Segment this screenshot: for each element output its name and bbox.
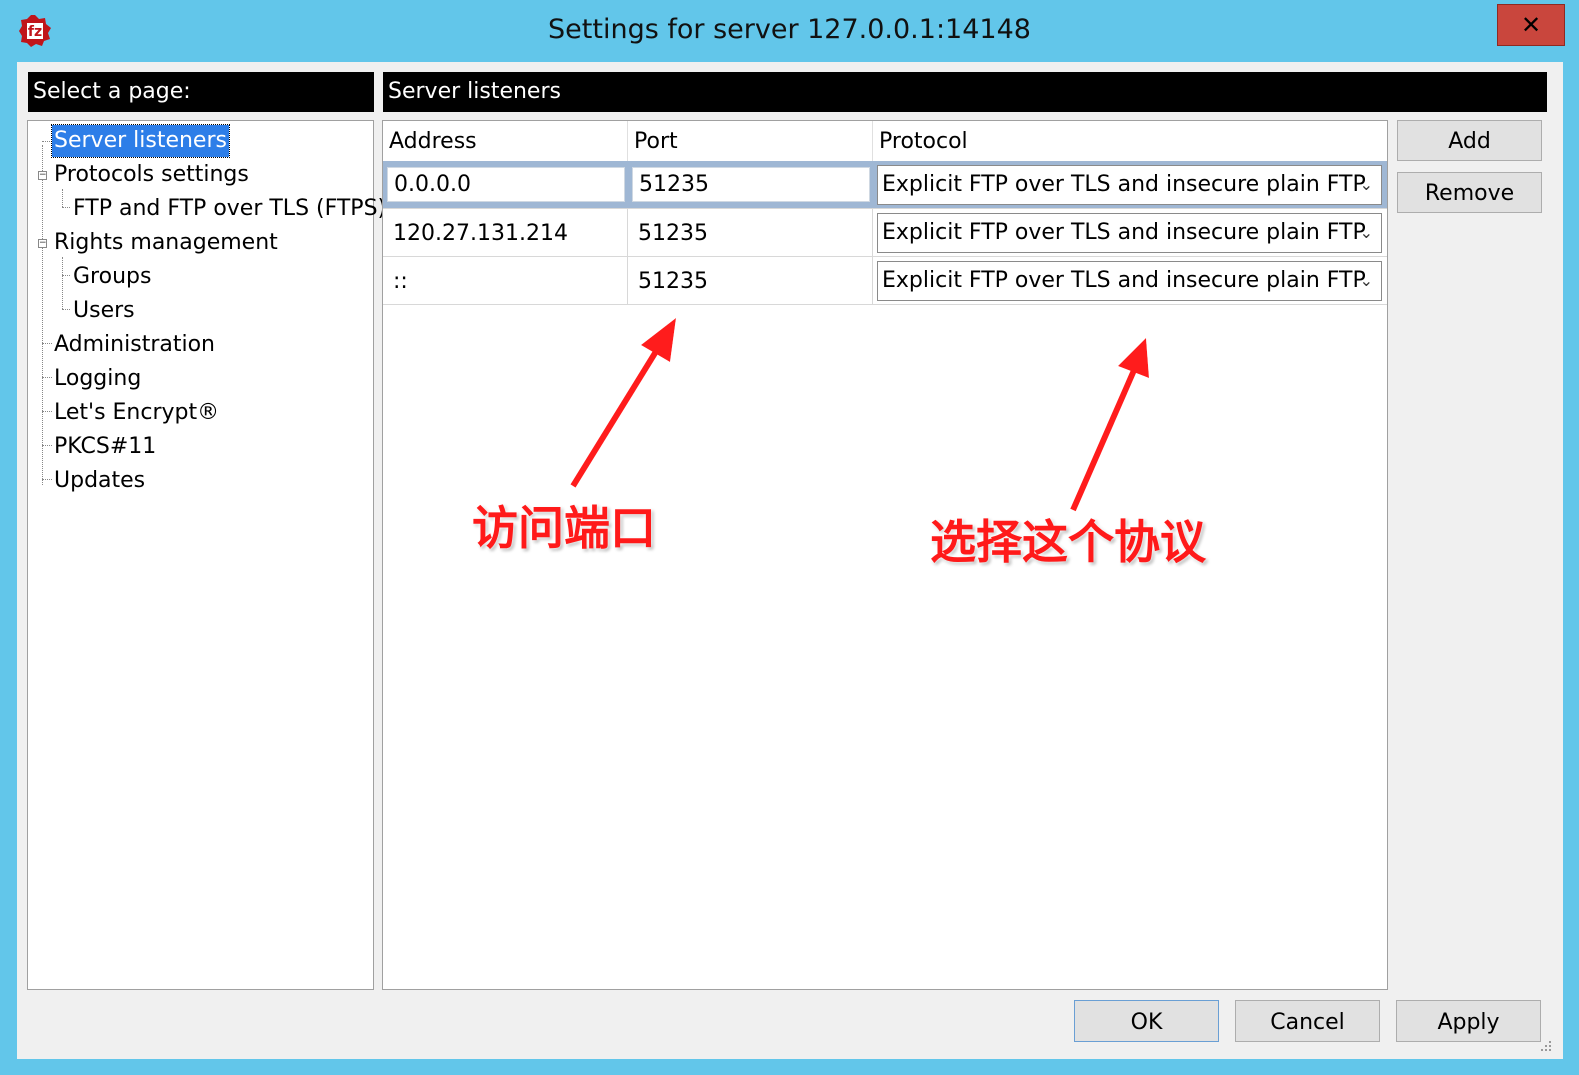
tree-item-pkcs11[interactable]: PKCS#11: [52, 431, 158, 463]
port-cell[interactable]: 51235: [628, 209, 873, 256]
add-button[interactable]: Add: [1397, 120, 1542, 161]
address-cell[interactable]: ::: [383, 257, 628, 304]
select-page-header: Select a page:: [28, 72, 374, 112]
tree-item-ftp-ftps[interactable]: FTP and FTP over TLS (FTPS): [71, 193, 388, 225]
chevron-down-icon: ⌄: [1359, 175, 1373, 194]
tree-connector: [62, 309, 70, 310]
tree-item-protocols-settings[interactable]: Protocols settings: [52, 159, 251, 191]
cancel-button[interactable]: Cancel: [1235, 1000, 1380, 1042]
protocol-select-value: Explicit FTP over TLS and insecure plain…: [882, 172, 1366, 197]
tree-connector: [42, 445, 52, 446]
tree-connector: [42, 411, 52, 412]
address-cell[interactable]: 120.27.131.214: [383, 209, 628, 256]
tree-connector: [62, 189, 63, 207]
title-bar[interactable]: fz Settings for server 127.0.0.1:14148 ✕: [0, 0, 1579, 64]
tree-item-rights-management[interactable]: Rights management: [52, 227, 280, 259]
table-row[interactable]: :: 51235 Explicit FTP over TLS and insec…: [383, 257, 1387, 305]
port-annotation: 访问端口: [472, 501, 656, 555]
protocol-annotation: 选择这个协议: [930, 515, 1206, 569]
tree-item-lets-encrypt[interactable]: Let's Encrypt®: [52, 397, 221, 429]
apply-button[interactable]: Apply: [1396, 1000, 1541, 1042]
protocol-select[interactable]: Explicit FTP over TLS and insecure plain…: [877, 165, 1382, 205]
protocol-select-value: Explicit FTP over TLS and insecure plain…: [882, 268, 1366, 293]
resize-grip-icon[interactable]: [1540, 1040, 1552, 1052]
collapse-toggle-icon[interactable]: −: [38, 239, 47, 248]
port-cell[interactable]: 51235: [628, 257, 873, 304]
port-field[interactable]: 51235: [632, 167, 870, 202]
table-row[interactable]: 120.27.131.214 51235 Explicit FTP over T…: [383, 209, 1387, 257]
tree-connector: [42, 479, 52, 480]
address-field[interactable]: 0.0.0.0: [387, 167, 625, 202]
tree-item-server-listeners[interactable]: Server listeners: [51, 124, 230, 158]
window-title: Settings for server 127.0.0.1:14148: [548, 14, 1031, 45]
tree-connector: [62, 207, 70, 208]
protocol-select[interactable]: Explicit FTP over TLS and insecure plain…: [877, 213, 1382, 253]
server-listeners-header: Server listeners: [383, 72, 1547, 112]
tree-connector: [62, 257, 63, 309]
tree-item-logging[interactable]: Logging: [52, 363, 143, 395]
tree-item-users[interactable]: Users: [71, 295, 137, 327]
tree-connector: [42, 377, 52, 378]
table-header: Address Port Protocol: [383, 121, 1387, 162]
settings-dialog: fz Settings for server 127.0.0.1:14148 ✕…: [0, 0, 1579, 1075]
tree-item-groups[interactable]: Groups: [71, 261, 153, 293]
close-button[interactable]: ✕: [1497, 4, 1565, 46]
tree-connector: [42, 141, 52, 142]
chevron-down-icon: ⌄: [1359, 271, 1373, 290]
tree-item-administration[interactable]: Administration: [52, 329, 217, 361]
page-tree[interactable]: − − Server listeners Protocols settings …: [27, 120, 386, 990]
column-header-port[interactable]: Port: [628, 121, 873, 161]
tree-connector: [42, 145, 43, 485]
dialog-body: Select a page: Server listeners − − Serv…: [17, 62, 1563, 1059]
column-header-protocol[interactable]: Protocol: [873, 121, 1387, 161]
protocol-select[interactable]: Explicit FTP over TLS and insecure plain…: [877, 261, 1382, 301]
remove-button[interactable]: Remove: [1397, 172, 1542, 213]
collapse-toggle-icon[interactable]: −: [38, 171, 47, 180]
table-row[interactable]: 0.0.0.0 51235 Explicit FTP over TLS and …: [383, 161, 1387, 209]
tree-item-updates[interactable]: Updates: [52, 465, 147, 497]
column-header-address[interactable]: Address: [383, 121, 628, 161]
ok-button[interactable]: OK: [1074, 1000, 1219, 1042]
chevron-down-icon: ⌄: [1359, 223, 1373, 242]
tree-connector: [62, 275, 70, 276]
tree-connector: [42, 343, 52, 344]
protocol-select-value: Explicit FTP over TLS and insecure plain…: [882, 220, 1366, 245]
